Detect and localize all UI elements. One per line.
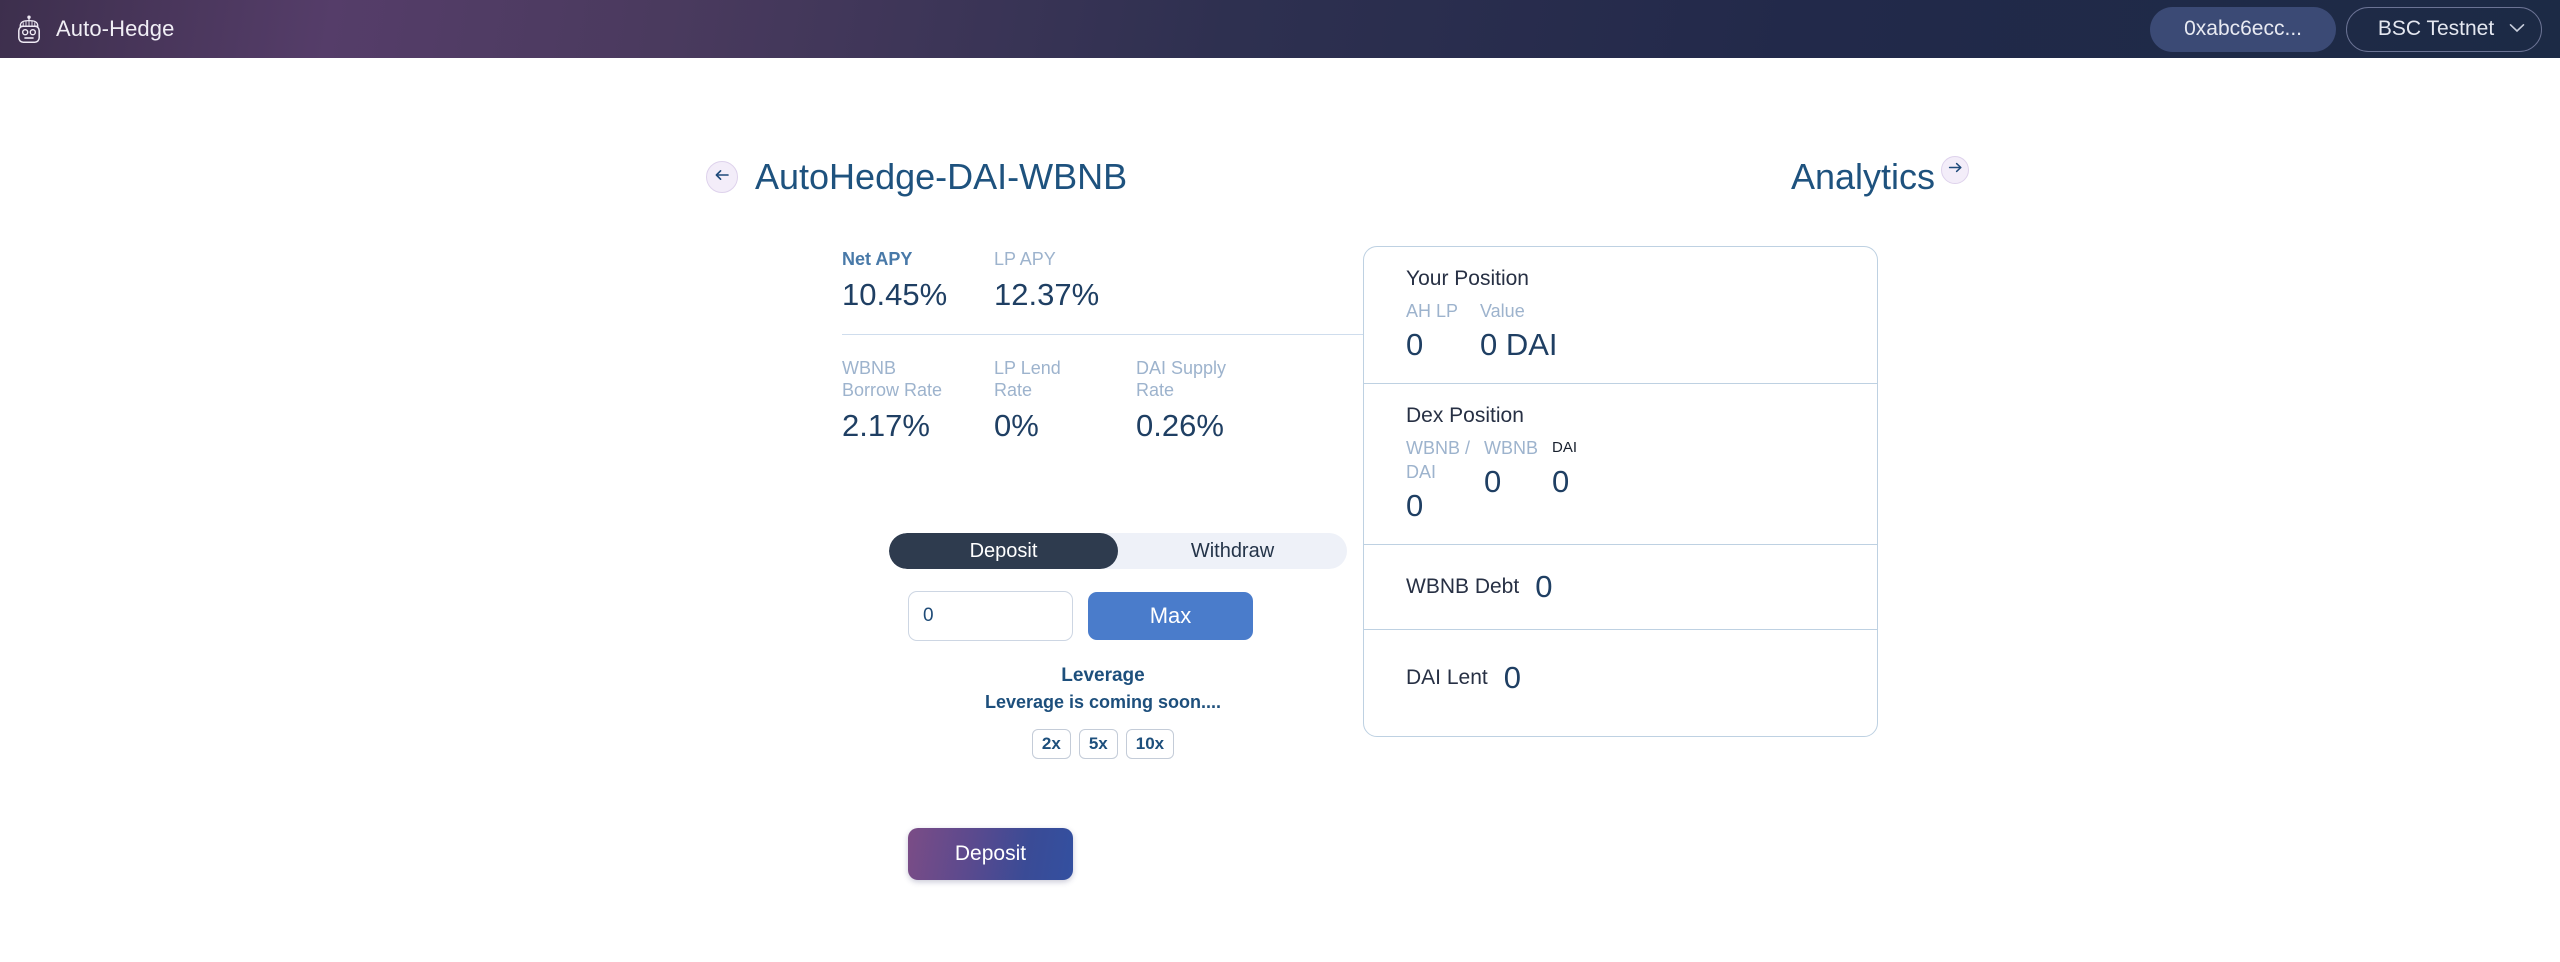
arrow-right-icon <box>1948 161 1963 179</box>
wallet-address-button[interactable]: 0xabc6ecc... <box>2150 6 2336 52</box>
robot-head-icon <box>14 14 44 44</box>
stat-value: 2.17% <box>842 408 930 443</box>
brand[interactable]: Auto-Hedge <box>14 14 174 44</box>
dex-position-heading: Dex Position <box>1406 404 1524 427</box>
apy-stats-row: Net APY 10.45% LP APY 12.37% <box>842 248 1364 314</box>
amount-input[interactable] <box>908 591 1073 641</box>
value-column: Value 0 DAI <box>1480 299 1558 365</box>
dai-lent-section: DAI Lent 0 <box>1364 629 1877 736</box>
stat-value: 10.45% <box>842 277 948 312</box>
leverage-coming-soon-note: Leverage is coming soon.... <box>984 692 1222 712</box>
column-value: 0 DAI <box>1480 327 1558 362</box>
stat-wbnb-borrow-rate: WBNB Borrow Rate 2.17% <box>842 357 994 445</box>
dai-lent-value: 0 <box>1503 660 1521 695</box>
your-position-section: Your Position AH LP 0 Value 0 DAI <box>1364 247 1877 383</box>
brand-name: Auto-Hedge <box>56 16 175 41</box>
column-label: DAI <box>1552 439 1578 456</box>
dai-lent-label: DAI Lent <box>1406 666 1488 689</box>
stat-value: 0% <box>994 408 1039 443</box>
deposit-withdraw-tabs: Deposit Withdraw <box>889 533 1347 569</box>
top-navbar: Auto-Hedge 0xabc6ecc... BSC Testnet <box>0 0 2560 58</box>
pool-stats: Net APY 10.45% LP APY 12.37% WBNB Borrow… <box>842 248 1364 445</box>
tab-deposit[interactable]: Deposit <box>889 533 1118 569</box>
chevron-down-icon <box>2509 20 2525 38</box>
page-body: AutoHedge-DAI-WBNB Analytics Net APY 10.… <box>0 58 2560 962</box>
column-value: 0 <box>1406 327 1424 362</box>
dex-position-columns: WBNB / DAI 0 WBNB 0 DAI 0 <box>1406 436 1855 526</box>
leverage-option-5x[interactable]: 5x <box>1078 729 1118 759</box>
stat-label: Net APY <box>842 249 913 269</box>
leverage-options: 2x 5x 10x <box>842 729 1364 759</box>
stat-value: 0.26% <box>1136 408 1224 443</box>
pool-title-row: AutoHedge-DAI-WBNB <box>706 156 1127 198</box>
tab-withdraw[interactable]: Withdraw <box>1118 533 1347 569</box>
dex-position-section: Dex Position WBNB / DAI 0 WBNB 0 DAI 0 <box>1364 383 1877 544</box>
position-card: Your Position AH LP 0 Value 0 DAI Dex Po… <box>1363 246 1878 737</box>
amount-entry-row: Max <box>908 591 1253 641</box>
navbar-right-group: 0xabc6ecc... BSC Testnet <box>2150 6 2542 52</box>
column-label: Value <box>1480 301 1525 321</box>
analytics-label: Analytics <box>1791 156 1936 197</box>
column-label: WBNB <box>1484 438 1538 458</box>
ah-lp-column: AH LP 0 <box>1406 299 1480 365</box>
network-label: BSC Testnet <box>2377 16 2495 40</box>
stat-value: 12.37% <box>994 277 1100 312</box>
stat-lp-apy: LP APY 12.37% <box>994 248 1194 314</box>
stat-label: DAI Supply Rate <box>1136 358 1227 400</box>
wbnb-debt-section: WBNB Debt 0 <box>1364 544 1877 629</box>
stat-label: LP Lend Rate <box>994 358 1061 400</box>
stat-label: WBNB Borrow Rate <box>842 358 943 400</box>
page-title: AutoHedge-DAI-WBNB <box>755 156 1128 197</box>
column-label: AH LP <box>1406 301 1459 321</box>
wbnb-debt-label: WBNB Debt <box>1406 575 1520 598</box>
column-value: 0 <box>1484 464 1502 499</box>
stat-lp-lend-rate: LP Lend Rate 0% <box>994 357 1136 445</box>
wbnb-debt-value: 0 <box>1535 569 1553 604</box>
arrow-left-icon <box>714 168 730 187</box>
deposit-submit-button[interactable]: Deposit <box>908 828 1073 880</box>
your-position-columns: AH LP 0 Value 0 DAI <box>1406 299 1855 365</box>
leverage-title: Leverage <box>1061 665 1145 686</box>
analytics-link[interactable]: Analytics <box>1791 156 1970 198</box>
stat-net-apy: Net APY 10.45% <box>842 248 994 314</box>
leverage-section: Leverage Leverage is coming soon.... 2x … <box>842 663 1364 759</box>
stat-label: LP APY <box>994 249 1056 269</box>
leverage-option-10x[interactable]: 10x <box>1125 729 1175 759</box>
max-button[interactable]: Max <box>1088 592 1253 640</box>
leverage-option-2x[interactable]: 2x <box>1031 729 1071 759</box>
network-selector[interactable]: BSC Testnet <box>2346 6 2542 52</box>
wbnb-column: WBNB 0 <box>1484 436 1552 526</box>
stats-divider <box>842 334 1364 335</box>
wbnb-dai-column: WBNB / DAI 0 <box>1406 436 1484 526</box>
dai-column: DAI 0 <box>1552 436 1577 526</box>
analytics-forward-button[interactable] <box>1941 156 1970 184</box>
back-button[interactable] <box>706 161 738 193</box>
column-label: WBNB / DAI <box>1406 438 1471 482</box>
your-position-heading: Your Position <box>1406 267 1529 290</box>
stat-dai-supply-rate: DAI Supply Rate 0.26% <box>1136 357 1296 445</box>
column-value: 0 <box>1552 464 1570 499</box>
rate-stats-row: WBNB Borrow Rate 2.17% LP Lend Rate 0% D… <box>842 357 1364 445</box>
column-value: 0 <box>1406 488 1424 523</box>
